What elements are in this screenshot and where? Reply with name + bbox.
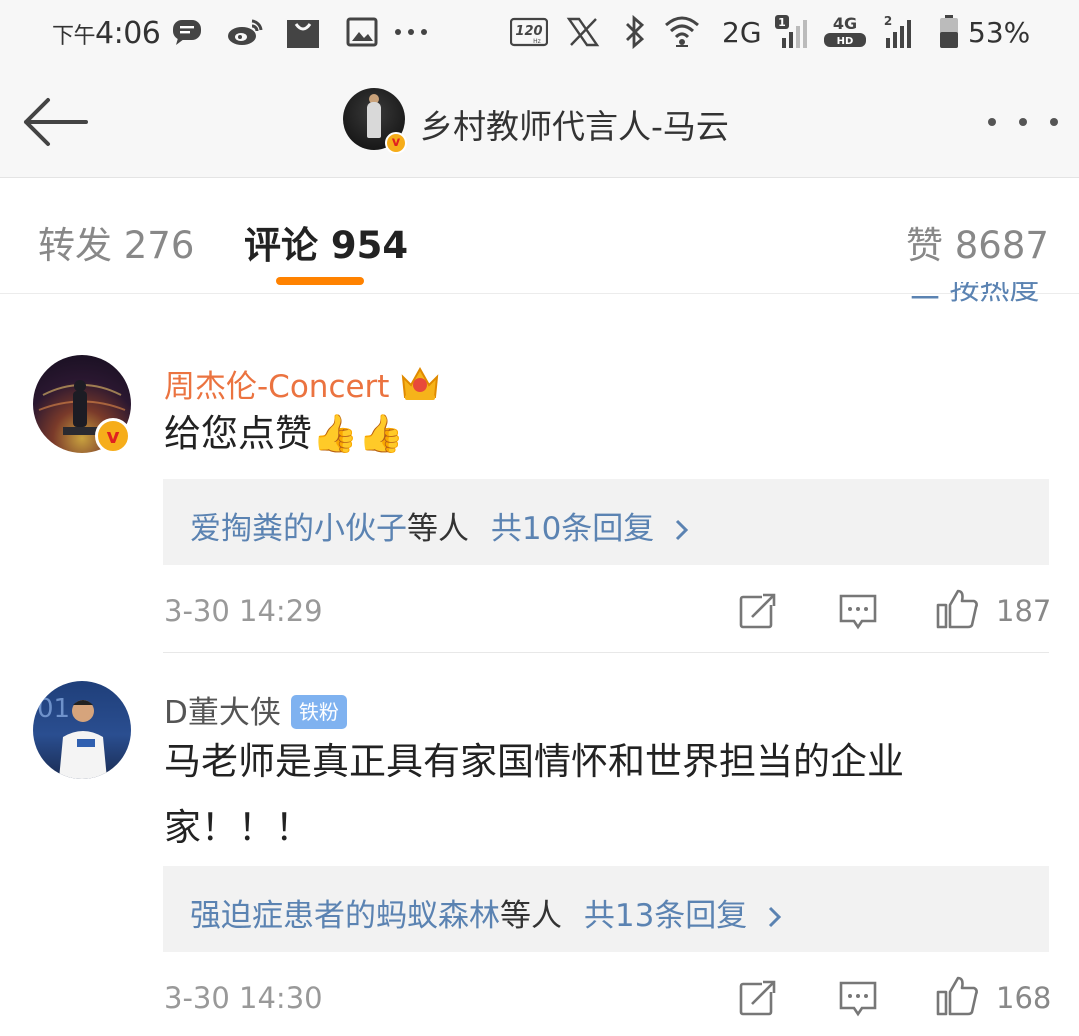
active-tab-indicator (276, 277, 364, 285)
like-count: 187 (996, 594, 1052, 628)
refresh-rate-icon: 120 Hz (510, 14, 548, 50)
sort-toggle[interactable]: 二 按热度 (910, 282, 1050, 302)
tab-bar: 转发 276 评论 954 赞 8687 (0, 179, 1079, 294)
repost-icon[interactable] (738, 978, 778, 1018)
comment-reply-icon[interactable] (838, 978, 878, 1018)
top-navigation-bar: v 乡村教师代言人-马云 (0, 66, 1079, 178)
back-button[interactable] (22, 94, 92, 150)
verified-badge-icon: v (95, 418, 131, 454)
network-4g-hd-icon: 4G HD (822, 14, 868, 50)
repost-icon[interactable] (738, 591, 778, 631)
comment-username[interactable]: D董大侠 铁粉 (164, 687, 347, 732)
svg-text:HD: HD (837, 36, 854, 47)
comment-divider (163, 652, 1049, 653)
status-time: 下午4:06 (52, 16, 161, 51)
replies-preview[interactable]: 爱掏粪的小伙子等人 共10条回复 (163, 479, 1049, 565)
svg-text:4G: 4G (833, 14, 857, 33)
more-options-button[interactable] (988, 104, 1058, 140)
avatar[interactable]: 01 (33, 681, 131, 779)
svg-text:2: 2 (884, 14, 892, 28)
replies-preview[interactable]: 强迫症患者的蚂蚁森林等人 共13条回复 (163, 866, 1049, 952)
bluetooth-icon (624, 14, 646, 50)
message-icon (172, 14, 202, 50)
comment-timestamp: 3-30 14:29 (164, 594, 323, 628)
weibo-icon (226, 14, 264, 50)
comment-reply-icon[interactable] (838, 591, 878, 631)
comment-text: 给您点赞👍👍 (164, 412, 405, 455)
page-title[interactable]: 乡村教师代言人-马云 (420, 100, 729, 148)
comment-text: 马老师是真正具有家国情怀和世界担当的企业家！！！ (164, 740, 904, 849)
svg-text:Hz: Hz (533, 38, 541, 45)
back-arrow-icon (24, 98, 88, 146)
verified-badge-icon: v (385, 132, 407, 154)
status-bar: 下午4:06 120 Hz 2G 1 4G HD 2 53% (0, 0, 1079, 66)
x-icon (566, 14, 600, 50)
reply-suffix: 等人 (407, 511, 469, 547)
fan-badge: 铁粉 (290, 695, 347, 729)
reply-count-link[interactable]: 共13条回复 (584, 898, 747, 934)
like-count: 168 (996, 981, 1052, 1015)
svg-text:120: 120 (515, 24, 542, 39)
tab-likes[interactable]: 赞 8687 (906, 215, 1049, 269)
battery-icon (938, 14, 960, 50)
chevron-right-icon (767, 898, 783, 934)
chevron-right-icon (674, 511, 690, 547)
gallery-icon (346, 14, 378, 50)
like-icon[interactable] (936, 587, 980, 631)
svg-text:1: 1 (778, 16, 786, 29)
wifi-icon (664, 14, 700, 50)
comment-timestamp: 3-30 14:30 (164, 981, 323, 1015)
svg-text:01: 01 (37, 694, 70, 724)
tab-comments[interactable]: 评论 954 (244, 215, 408, 269)
reply-usernames[interactable]: 爱掏粪的小伙子 (190, 511, 407, 547)
reply-count-link[interactable]: 共10条回复 (491, 511, 654, 547)
shopping-bag-icon (284, 14, 322, 50)
signal-icon: 2 (882, 14, 918, 50)
like-icon[interactable] (936, 974, 980, 1018)
reply-usernames[interactable]: 强迫症患者的蚂蚁森林 (190, 898, 500, 934)
more-dots-icon (394, 14, 428, 50)
network-type-1: 2G (722, 16, 762, 49)
tab-reposts[interactable]: 转发 276 (38, 215, 194, 269)
battery-percent: 53% (968, 16, 1031, 49)
signal-icon: 1 (774, 14, 812, 50)
reply-suffix: 等人 (500, 898, 562, 934)
